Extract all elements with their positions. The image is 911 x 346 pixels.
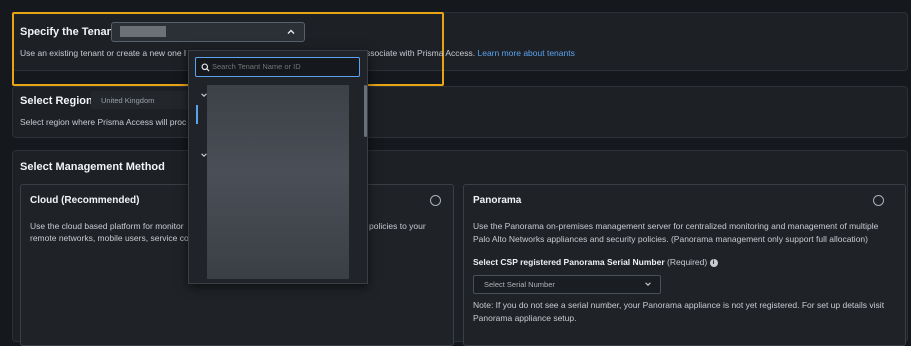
panorama-radio[interactable]: [873, 195, 884, 206]
tenant-description-left: Use an existing tenant or create a new o…: [20, 48, 186, 58]
cloud-option-title: Cloud (Recommended): [30, 195, 140, 206]
tenant-dropdown: [188, 50, 368, 284]
serial-label-row: Select CSP registered Panorama Serial Nu…: [473, 257, 718, 267]
region-select-value: United Kingdom: [101, 96, 155, 105]
tenant-description-text: ssociate with Prisma Access.: [366, 48, 476, 58]
cloud-description-line1-end: policies to your: [369, 221, 426, 231]
serial-required: (Required): [667, 257, 708, 267]
tenant-description-right: ssociate with Prisma Access. Learn more …: [366, 48, 575, 58]
tenant-search-field[interactable]: [195, 57, 360, 77]
serial-note-line1: Note: If you do not see a serial number,…: [473, 300, 885, 310]
region-select[interactable]: United Kingdom: [91, 91, 191, 109]
cloud-radio[interactable]: [430, 195, 441, 206]
region-description: Select region where Prisma Access will p…: [20, 117, 187, 127]
management-title: Select Management Method: [20, 161, 165, 173]
serial-number-select[interactable]: Select Serial Number: [473, 275, 661, 294]
region-title: Select Region: [20, 95, 93, 107]
redacted-tenant-value: [120, 26, 166, 37]
panorama-option-title: Panorama: [473, 195, 522, 206]
selected-item-indicator: [196, 105, 198, 124]
chevron-up-icon: [287, 29, 295, 34]
tenant-title: Specify the Tenant: [20, 26, 117, 38]
serial-select-placeholder: Select Serial Number: [484, 280, 555, 289]
dropdown-scrollbar[interactable]: [364, 85, 367, 137]
cloud-description-line1: Use the cloud based platform for monitor: [30, 221, 184, 231]
chevron-down-icon: [645, 282, 651, 286]
serial-label: Select CSP registered Panorama Serial Nu…: [473, 257, 665, 267]
panorama-description-line2: Palo Alto Networks appliances and securi…: [473, 234, 868, 244]
search-icon: [201, 63, 210, 72]
info-icon[interactable]: i: [709, 259, 718, 267]
serial-note-line2: Panorama appliance setup.: [473, 313, 577, 323]
cloud-description-line2: remote networks, mobile users, service c…: [30, 233, 189, 243]
learn-more-tenants-link[interactable]: Learn more about tenants: [478, 48, 575, 58]
panorama-description-line1: Use the Panorama on-premises management …: [473, 221, 879, 231]
redacted-tenant-list: [207, 85, 349, 279]
tenant-search-input[interactable]: [212, 60, 352, 72]
tenant-select[interactable]: [111, 22, 305, 42]
